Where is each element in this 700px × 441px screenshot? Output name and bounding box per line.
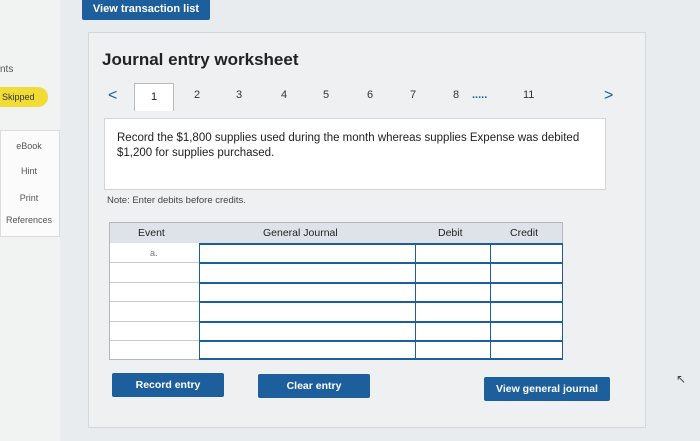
tab-11[interactable]: 11 <box>523 89 534 101</box>
input-row-line <box>199 243 563 245</box>
header-general-journal: General Journal <box>263 227 338 239</box>
input-row-line[interactable] <box>199 358 563 360</box>
input-row-line[interactable] <box>199 321 563 323</box>
header-credit: Credit <box>510 227 539 239</box>
tab-3[interactable]: 3 <box>236 89 242 101</box>
tab-5[interactable]: 5 <box>323 89 329 101</box>
input-row-line[interactable] <box>199 282 563 284</box>
grid-header: Event General Journal Debit Credit <box>110 223 562 243</box>
instruction-note: Note: Enter debits before credits. <box>107 195 246 206</box>
pager-ellipsis: ..... <box>472 89 488 101</box>
row-divider <box>110 340 199 341</box>
points-label: nts <box>0 64 14 75</box>
row-divider <box>110 262 199 263</box>
tab-2[interactable]: 2 <box>194 89 200 101</box>
row-divider <box>110 301 199 302</box>
record-entry-button[interactable]: Record entry <box>112 373 224 397</box>
chevron-left-icon[interactable]: < <box>108 87 117 105</box>
header-debit: Debit <box>438 227 463 239</box>
skipped-badge[interactable]: Skipped <box>0 87 48 107</box>
chevron-right-icon[interactable]: > <box>604 87 613 105</box>
print-link[interactable]: Print <box>0 193 58 203</box>
references-link[interactable]: References <box>0 215 58 225</box>
clear-entry-button[interactable]: Clear entry <box>258 374 370 398</box>
view-transaction-list-button[interactable]: View transaction list <box>82 0 210 20</box>
worksheet-pager: < 1 2 3 4 5 6 7 8 ..... 11 > <box>104 83 624 111</box>
tab-7[interactable]: 7 <box>410 89 416 101</box>
journal-grid: Event General Journal Debit Credit a. <box>109 222 563 360</box>
view-general-journal-button[interactable]: View general journal <box>484 377 610 401</box>
header-event: Event <box>138 227 165 239</box>
tab-4[interactable]: 4 <box>281 89 287 101</box>
input-row-line[interactable] <box>199 301 563 303</box>
tab-1[interactable]: 1 <box>134 83 174 111</box>
row-divider <box>110 321 199 322</box>
event-a-label: a. <box>150 248 158 258</box>
hint-link[interactable]: Hint <box>0 166 58 176</box>
tab-8[interactable]: 8 <box>453 89 459 101</box>
page-title: Journal entry worksheet <box>102 50 299 69</box>
tab-6[interactable]: 6 <box>367 89 373 101</box>
transaction-prompt: Record the $1,800 supplies used during t… <box>104 118 606 190</box>
mouse-cursor-icon: ↖ <box>676 372 687 386</box>
row-divider <box>110 282 199 283</box>
input-row-line[interactable] <box>199 340 563 342</box>
input-row-line[interactable] <box>199 262 563 264</box>
ebook-link[interactable]: eBook <box>0 141 58 151</box>
